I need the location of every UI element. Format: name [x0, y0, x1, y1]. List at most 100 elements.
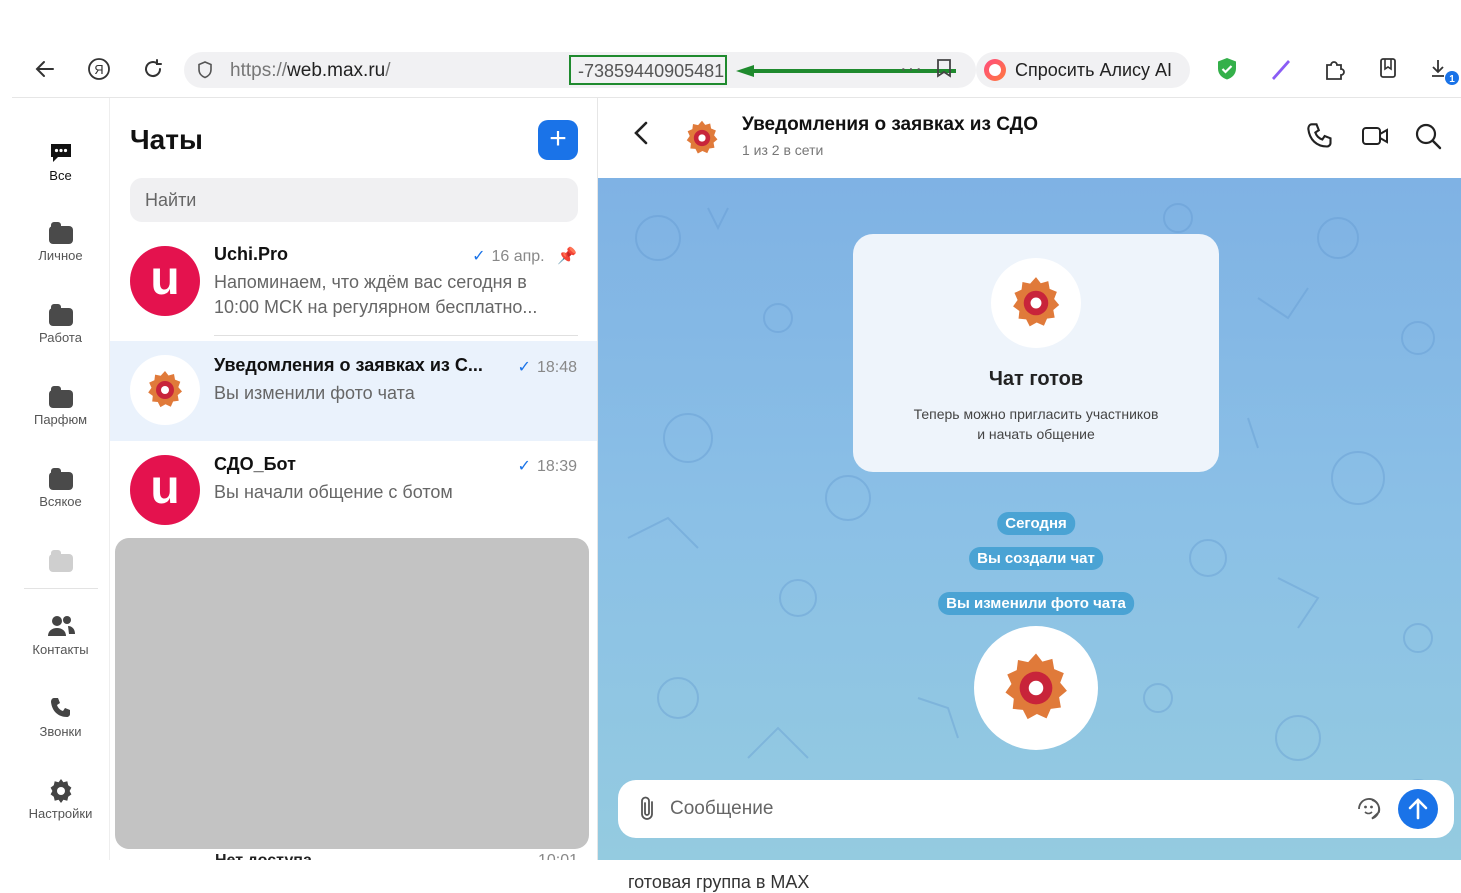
image-caption: готовая группа в MAX: [628, 872, 810, 892]
chat-item-cut[interactable]: Нет доступа 10:01: [140, 850, 580, 860]
chat-pane: Уведомления о заявках из СДО 1 из 2 в се…: [598, 98, 1461, 860]
new-chat-button[interactable]: +: [538, 120, 578, 160]
chat-item-uchi[interactable]: u Uchi.Pro ✓ 16 апр. 📌 Напоминаем, что жд…: [110, 238, 597, 338]
green-arrow-icon: [736, 65, 956, 77]
rail-item-personal[interactable]: Личное: [12, 222, 109, 263]
chat-divider: [214, 335, 578, 336]
chat-snippet: Вы изменили фото чата: [214, 383, 415, 403]
chat-time: 18:39: [536, 458, 577, 475]
chat-name: Uchi.Pro: [214, 244, 289, 264]
video-call-icon[interactable]: [1360, 122, 1390, 152]
rail-label: Личное: [38, 248, 83, 263]
card-title: Чат готов: [988, 368, 1084, 390]
chat-title[interactable]: Уведомления о заявках из СДО: [742, 114, 1038, 136]
rail-divider: [24, 588, 98, 589]
gear-avatar-icon: [1013, 277, 1060, 327]
more-icon[interactable]: ···: [900, 58, 923, 81]
alice-icon: [984, 59, 1006, 81]
sticker-icon[interactable]: [1356, 796, 1382, 822]
read-check-icon: ✓: [472, 248, 486, 265]
rail-label: Всякое: [39, 494, 82, 509]
rail-item-calls[interactable]: Звонки: [12, 696, 109, 739]
chat-ready-card: Чат готов Теперь можно пригласить участн…: [853, 234, 1219, 472]
url-text[interactable]: https://web.max.ru/: [230, 60, 391, 82]
chat-item-notifications[interactable]: Уведомления о заявках из С... ✓ 18:48 Вы …: [110, 341, 597, 441]
url-prefix: https://: [230, 60, 288, 81]
card-text: Теперь можно пригласить участников и нач…: [853, 404, 1219, 444]
rail-label: Контакты: [32, 642, 89, 657]
rail-item-settings[interactable]: Настройки: [12, 778, 109, 821]
header-avatar[interactable]: [682, 118, 722, 158]
url-slash: /: [385, 60, 391, 81]
chat-bubble-icon: [12, 140, 109, 168]
avatar: u: [130, 246, 200, 316]
service-message: Вы изменили фото чата: [938, 592, 1134, 615]
bookmark-icon[interactable]: [936, 58, 952, 84]
send-button[interactable]: [1398, 789, 1438, 829]
phone-icon: [12, 696, 109, 724]
chat-background: Чат готов Теперь можно пригласить участн…: [598, 178, 1461, 860]
chat-list-title: Чаты: [130, 124, 203, 155]
card-avatar: [991, 258, 1081, 348]
downloads-icon[interactable]: 1: [1430, 56, 1460, 92]
message-composer: [618, 780, 1454, 838]
folder-icon: [48, 550, 73, 572]
chat-time: 18:48: [536, 359, 577, 376]
url-id: -73859440905481: [578, 61, 725, 81]
yandex-icon[interactable]: Я: [84, 54, 114, 84]
ask-alice-button[interactable]: Спросить Алису AI: [976, 52, 1190, 88]
rail-item-misc[interactable]: Всякое: [12, 468, 109, 509]
read-check-icon: ✓: [517, 458, 531, 475]
rail-item-all[interactable]: Все: [12, 140, 109, 183]
read-check-icon: ✓: [517, 359, 531, 376]
chat-snippet: Напоминаем, что ждём вас сегодня в 10:00…: [214, 272, 538, 317]
chat-meta: ✓ 16 апр. 📌: [472, 246, 577, 266]
pin-icon: 📌: [557, 248, 577, 265]
chat-time: 16 апр.: [491, 248, 545, 265]
chat-name: СДО_Бот: [214, 454, 296, 474]
back-arrow-icon[interactable]: [30, 54, 60, 84]
chat-name: Нет доступа: [215, 852, 312, 860]
rail-label: Настройки: [28, 806, 93, 821]
search-input[interactable]: [130, 178, 578, 222]
rail-label: Парфюм: [33, 412, 88, 427]
back-icon[interactable]: [632, 120, 650, 154]
search-icon[interactable]: [1414, 122, 1444, 152]
call-icon[interactable]: [1306, 122, 1336, 152]
card-text-line: и начать общение: [977, 426, 1095, 442]
chat-header: Уведомления о заявках из СДО 1 из 2 в се…: [598, 98, 1461, 178]
alice-label: Спросить Алису AI: [1015, 60, 1173, 80]
downloads-badge: 1: [1449, 74, 1455, 85]
collections-icon[interactable]: [1376, 56, 1402, 88]
gear-avatar-icon: [148, 371, 182, 408]
chat-list-panel: Чаты + u Uchi.Pro ✓ 16 апр. 📌 Напоминаем,…: [109, 98, 598, 860]
rail-item-work[interactable]: Работа: [12, 304, 109, 345]
address-bar[interactable]: https://web.max.ru/ -73859440905481 ···: [184, 52, 976, 88]
site-shield-icon[interactable]: [196, 60, 214, 85]
chat-time: 10:01: [538, 852, 578, 860]
pen-extension-icon[interactable]: [1268, 56, 1294, 88]
chat-status: 1 из 2 в сети: [742, 142, 824, 158]
reload-icon[interactable]: [138, 54, 168, 84]
browser-toolbar: Я https://web.max.ru/ -73859440905481 ··…: [12, 40, 1461, 98]
arrow-up-icon: [1408, 798, 1428, 820]
attach-icon[interactable]: [636, 794, 660, 824]
protect-shield-icon[interactable]: [1214, 56, 1240, 88]
card-text-line: Теперь можно пригласить участников: [913, 406, 1159, 422]
folder-icon: [48, 222, 73, 244]
gear-icon: [12, 778, 109, 806]
date-pill: Сегодня: [997, 512, 1075, 535]
chat-photo[interactable]: [974, 626, 1098, 750]
rail-item-perfume[interactable]: Парфюм: [12, 386, 109, 427]
message-input[interactable]: [670, 788, 1350, 830]
avatar: [130, 355, 200, 425]
chat-item-sdo-bot[interactable]: u СДО_Бот ✓ 18:39 Вы начали общение с бот…: [110, 441, 597, 541]
rail-item-contacts[interactable]: Контакты: [12, 614, 109, 657]
rail-label: Звонки: [39, 724, 82, 739]
chat-meta: ✓ 18:48: [518, 357, 577, 377]
puzzle-extensions-icon[interactable]: [1322, 56, 1348, 88]
service-message: Вы создали чат: [969, 547, 1103, 570]
svg-text:Я: Я: [94, 62, 103, 77]
chat-snippet: Вы начали общение с ботом: [214, 482, 453, 502]
rail-item-new-folder[interactable]: [12, 550, 109, 576]
